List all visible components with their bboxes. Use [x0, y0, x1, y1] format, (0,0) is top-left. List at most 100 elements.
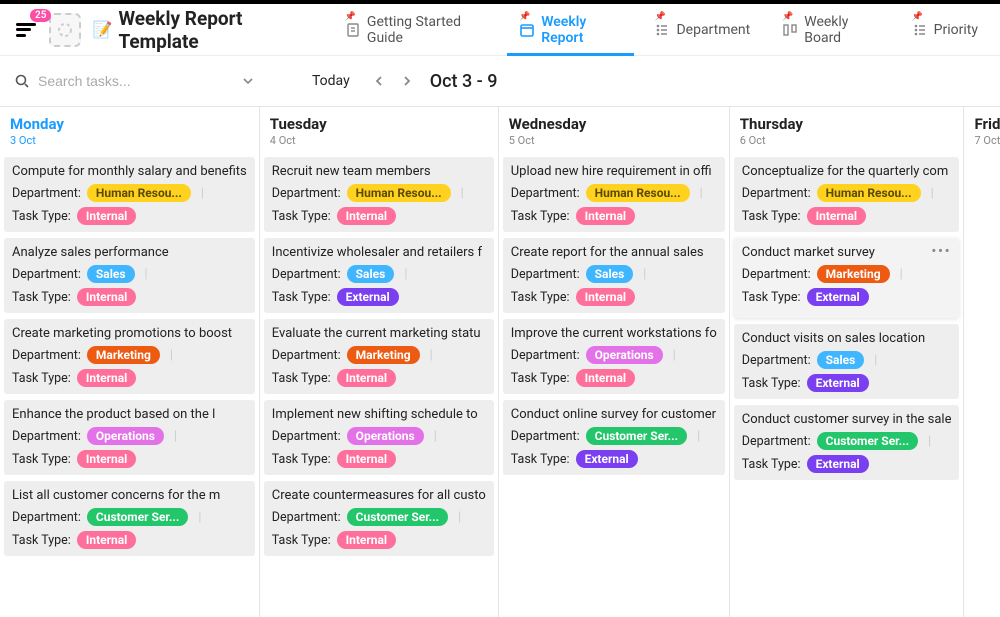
workspace-loading-icon[interactable]: [49, 13, 80, 47]
task-type-tag[interactable]: External: [807, 288, 869, 306]
department-row: Department:Marketing|: [742, 265, 952, 283]
day-name: Monday: [10, 115, 249, 133]
card-more-button[interactable]: •••: [931, 244, 951, 259]
task-type-row: Task Type:Internal: [511, 207, 717, 225]
department-tag[interactable]: Operations: [347, 427, 424, 445]
tab-getting-started[interactable]: 📌 Getting Started Guide: [333, 4, 499, 56]
task-type-tag[interactable]: Internal: [807, 207, 867, 225]
task-title: Compute for monthly salary and benefits: [12, 164, 247, 179]
department-tag[interactable]: Human Resou...: [817, 184, 921, 202]
task-card[interactable]: Conduct visits on sales locationDepartme…: [734, 324, 960, 399]
board-icon: [782, 22, 798, 38]
department-tag[interactable]: Marketing: [347, 346, 420, 364]
task-type-row: Task Type:Internal: [272, 207, 486, 225]
task-type-tag[interactable]: External: [807, 455, 869, 473]
task-type-label: Task Type:: [272, 290, 331, 305]
task-type-tag[interactable]: External: [576, 450, 638, 468]
task-type-tag[interactable]: External: [807, 374, 869, 392]
tab-department[interactable]: 📌 Department: [642, 4, 762, 56]
department-tag[interactable]: Customer Ser...: [817, 432, 918, 450]
task-title: Incentivize wholesaler and retailers f: [272, 245, 486, 260]
department-tag[interactable]: Human Resou...: [87, 184, 191, 202]
task-card[interactable]: Upload new hire requirement in offiDepar…: [503, 157, 725, 232]
task-type-row: Task Type:Internal: [272, 531, 486, 549]
department-tag[interactable]: Operations: [87, 427, 164, 445]
prev-week-button[interactable]: [370, 71, 388, 91]
department-tag[interactable]: Customer Ser...: [87, 508, 188, 526]
task-type-tag[interactable]: Internal: [77, 450, 137, 468]
task-title: Evaluate the current marketing statu: [272, 326, 486, 341]
task-card[interactable]: Enhance the product based on the lDepart…: [4, 400, 255, 475]
department-tag[interactable]: Human Resou...: [586, 184, 690, 202]
task-type-tag[interactable]: Internal: [337, 450, 397, 468]
task-type-row: Task Type:Internal: [12, 531, 247, 549]
hamburger-icon: [16, 23, 36, 37]
task-type-label: Task Type:: [12, 371, 71, 386]
department-tag[interactable]: Customer Ser...: [586, 427, 687, 445]
task-type-tag[interactable]: Internal: [77, 369, 137, 387]
task-type-tag[interactable]: Internal: [77, 531, 137, 549]
task-card[interactable]: Compute for monthly salary and benefitsD…: [4, 157, 255, 232]
department-tag[interactable]: Marketing: [87, 346, 160, 364]
task-card[interactable]: Conduct customer survey in the saleDepar…: [734, 405, 960, 480]
tab-label: Getting Started Guide: [367, 14, 487, 46]
department-row: Department:Marketing|: [272, 346, 486, 364]
task-type-row: Task Type:Internal: [12, 288, 247, 306]
task-type-row: Task Type:Internal: [12, 450, 247, 468]
task-card[interactable]: Conceptualize for the quarterly comDepar…: [734, 157, 960, 232]
department-tag[interactable]: Sales: [347, 265, 395, 283]
task-type-row: Task Type: Internal: [272, 369, 486, 387]
divider: |: [404, 267, 407, 282]
task-card[interactable]: Incentivize wholesaler and retailers fDe…: [264, 238, 494, 313]
tab-priority[interactable]: 📌 Priority: [900, 4, 990, 56]
department-tag[interactable]: Marketing: [817, 265, 890, 283]
day-column: Friday7 Oct: [964, 107, 1000, 617]
task-type-tag[interactable]: Internal: [337, 369, 397, 387]
department-row: Department:Sales|: [742, 351, 952, 369]
department-tag[interactable]: Human Resou...: [347, 184, 451, 202]
today-button[interactable]: Today: [306, 69, 356, 93]
task-card[interactable]: Analyze sales performanceDepartment:Sale…: [4, 238, 255, 313]
task-card[interactable]: Evaluate the current marketing statuDepa…: [264, 319, 494, 394]
task-card[interactable]: Conduct market surveyDepartment:Marketin…: [734, 238, 960, 318]
task-card[interactable]: Implement new shifting schedule to Depart…: [264, 400, 494, 475]
task-title: Improve the current workstations fo: [511, 326, 717, 341]
department-tag[interactable]: Sales: [817, 351, 865, 369]
department-tag[interactable]: Sales: [586, 265, 634, 283]
task-card[interactable]: Recruit new team membersDepartment:Human…: [264, 157, 494, 232]
task-card[interactable]: Improve the current workstations foDepar…: [503, 319, 725, 394]
department-label: Department:: [511, 186, 580, 201]
task-type-tag[interactable]: Internal: [337, 531, 397, 549]
divider: |: [430, 348, 433, 363]
task-card[interactable]: Create countermeasures for all custoDepa…: [264, 481, 494, 556]
department-tag[interactable]: Customer Ser...: [347, 508, 448, 526]
filter-dropdown-toggle[interactable]: [238, 71, 258, 91]
task-title: List all customer concerns for the m: [12, 488, 247, 503]
department-tag[interactable]: Sales: [87, 265, 135, 283]
task-type-tag[interactable]: Internal: [576, 288, 636, 306]
task-type-tag[interactable]: Internal: [576, 207, 636, 225]
divider: |: [145, 267, 148, 282]
task-type-tag[interactable]: Internal: [337, 207, 397, 225]
task-card[interactable]: List all customer concerns for the mDepa…: [4, 481, 255, 556]
task-type-tag[interactable]: Internal: [77, 207, 137, 225]
task-type-tag[interactable]: External: [337, 288, 399, 306]
next-week-button[interactable]: [398, 71, 416, 91]
search-input[interactable]: [38, 73, 198, 89]
task-card[interactable]: Create marketing promotions to boostDepa…: [4, 319, 255, 394]
department-label: Department:: [272, 429, 341, 444]
task-card[interactable]: Conduct online survey for customerDepart…: [503, 400, 725, 475]
task-type-label: Task Type:: [272, 371, 331, 386]
tab-weekly-report[interactable]: 📌 Weekly Report: [507, 4, 634, 56]
divider: |: [900, 267, 903, 282]
task-type-tag[interactable]: Internal: [576, 369, 636, 387]
task-title: Implement new shifting schedule to: [272, 407, 486, 422]
department-label: Department:: [12, 429, 81, 444]
task-type-tag[interactable]: Internal: [77, 288, 137, 306]
department-tag[interactable]: Operations: [586, 346, 663, 364]
day-column: Tuesday4 OctRecruit new team membersDepa…: [260, 107, 499, 617]
task-card[interactable]: Create report for the annual salesDepart…: [503, 238, 725, 313]
tab-weekly-board[interactable]: 📌 Weekly Board: [770, 4, 891, 56]
main-menu-button[interactable]: 25: [10, 13, 41, 47]
department-row: Department:Marketing|: [12, 346, 247, 364]
